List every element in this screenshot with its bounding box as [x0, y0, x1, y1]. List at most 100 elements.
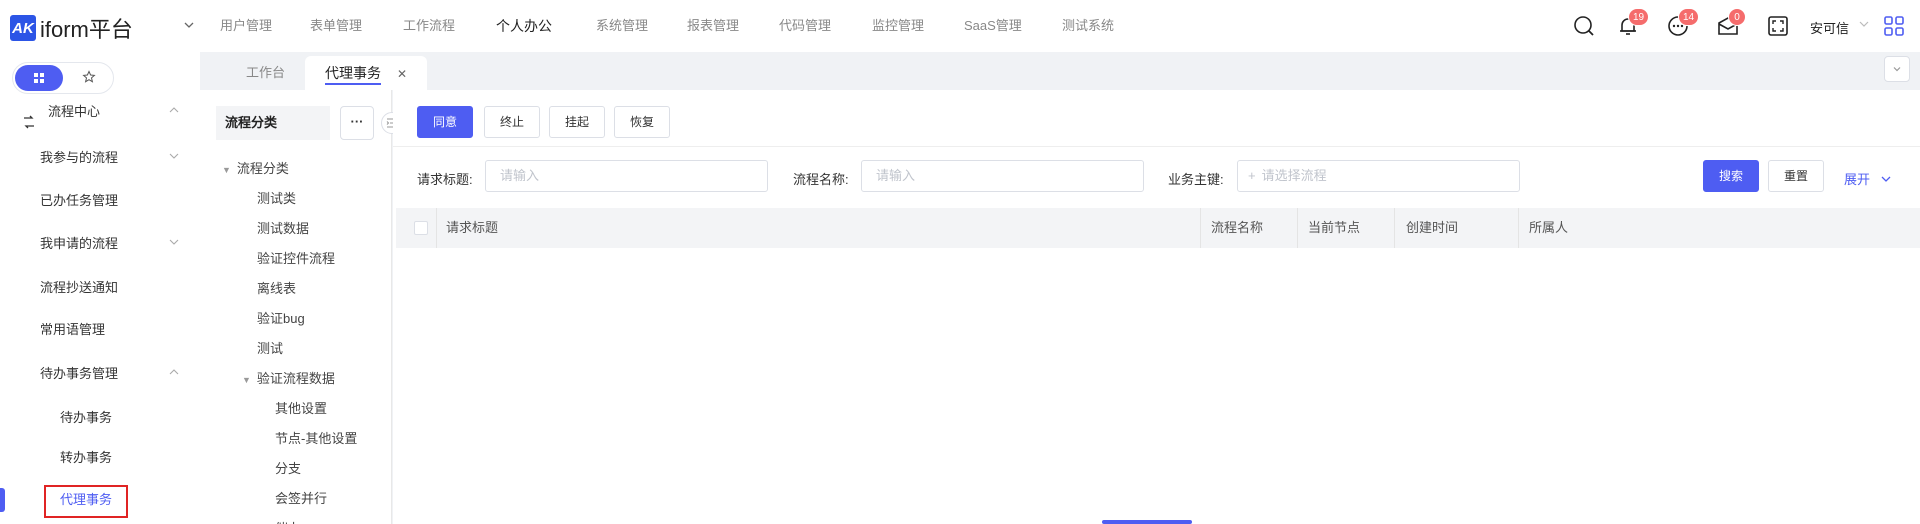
business-key-label: 业务主键:	[1168, 172, 1224, 187]
bell-icon[interactable]: 19	[1616, 8, 1650, 38]
messages-badge: 14	[1678, 8, 1700, 26]
sidebar-item[interactable]: 流程中心	[0, 92, 200, 132]
reset-button[interactable]: 重置	[1768, 160, 1824, 192]
sidebar-item-label: 我参与的流程	[40, 150, 119, 165]
nav-item[interactable]: 表单管理	[310, 0, 362, 52]
tree-title: 流程分类	[216, 106, 330, 140]
app-grid-icon[interactable]	[1882, 14, 1906, 38]
favorites-button[interactable]	[65, 65, 113, 91]
tree-node[interactable]: ▼ 流程分类	[222, 158, 289, 177]
tree-node-label: 测试数据	[257, 221, 310, 236]
horizontal-scrollbar[interactable]	[1102, 520, 1192, 524]
nav-item[interactable]: 系统管理	[596, 0, 648, 52]
tree-node-label: 离线表	[257, 281, 297, 296]
highlight-box	[44, 485, 128, 518]
business-key-select[interactable]: + 请选择流程	[1237, 160, 1520, 192]
app-logo[interactable]: AK iform平台	[10, 12, 133, 44]
nav-item[interactable]: 个人办公	[496, 0, 552, 52]
fullscreen-icon[interactable]	[1766, 14, 1790, 38]
sidebar-item-label: 流程中心	[48, 104, 101, 119]
tree-node[interactable]: 离线表	[257, 278, 296, 297]
suspend-button[interactable]: 挂起	[549, 106, 605, 138]
request-title-input[interactable]: 请输入	[485, 160, 768, 192]
business-key-placeholder: 请选择流程	[1261, 168, 1327, 183]
chevron-down-icon[interactable]	[1858, 18, 1870, 30]
nav-item[interactable]: 用户管理	[220, 0, 272, 52]
main-content: 同意 终止 挂起 恢复 请求标题: 请输入 流程名称: 请输入 业务主键: + 请…	[393, 90, 1920, 524]
tab-label: 代理事务	[325, 65, 381, 85]
tree-node[interactable]: 验证bug	[257, 308, 305, 327]
sidebar-item-label: 待办事务管理	[40, 366, 119, 381]
tree-node-label: 测试类	[257, 191, 297, 206]
sidebar-item-label: 我申请的流程	[40, 236, 119, 251]
sidebar-item[interactable]: 我申请的流程	[0, 224, 200, 264]
expand-filters-link[interactable]: 展开	[1844, 169, 1892, 188]
tree-node-label: 分支	[275, 461, 302, 476]
tree-node[interactable]: 分支	[275, 458, 301, 477]
grid-view-button[interactable]	[15, 65, 63, 91]
column-divider	[1394, 208, 1395, 248]
tree-node[interactable]: 节点-其他设置	[275, 428, 357, 447]
tree-node-label: 验证流程数据	[256, 371, 335, 386]
caret-down-icon[interactable]: ▼	[222, 165, 231, 175]
tree-node[interactable]: 测试类	[257, 188, 296, 207]
chevron-down-icon[interactable]	[182, 18, 196, 35]
user-name[interactable]: 安可信	[1810, 18, 1849, 37]
tree-node[interactable]: 测试数据	[257, 218, 309, 237]
top-bar: AK iform平台 用户管理 表单管理 工作流程 个人办公 系统管理 报表管理 代码管理监…	[0, 0, 1920, 52]
column-current-node[interactable]: 当前节点	[1308, 208, 1360, 248]
tree-more-button[interactable]: ···	[340, 106, 374, 140]
nav-item[interactable]: 监控管理	[872, 0, 924, 52]
sidebar-item-label: 待办事务	[60, 410, 113, 425]
nav-item[interactable]: 工作流程	[403, 0, 455, 52]
tree-node[interactable]: 其他设置	[275, 398, 327, 417]
nav-item[interactable]: 代码管理	[779, 0, 831, 52]
tab-bar: 工作台 代理事务 ✕	[200, 52, 1920, 90]
process-name-label: 流程名称:	[793, 172, 849, 187]
column-divider	[1518, 208, 1519, 248]
chevron-up-icon	[168, 354, 180, 394]
agree-button[interactable]: 同意	[417, 106, 473, 138]
sidebar-item[interactable]: 已办任务管理	[0, 181, 200, 221]
column-create-time[interactable]: 创建时间	[1406, 208, 1458, 248]
sidebar-item[interactable]: 流程抄送通知	[0, 268, 200, 308]
sidebar-item[interactable]: 待办事务管理	[0, 354, 200, 394]
sidebar-item-label: 转办事务	[60, 450, 113, 465]
tab-proxy-affairs[interactable]: 代理事务 ✕	[305, 56, 428, 90]
sidebar-item[interactable]: 待办事务	[0, 398, 200, 438]
tab-workbench[interactable]: 工作台	[226, 56, 305, 90]
nav-item[interactable]: SaaS管理	[964, 0, 1022, 52]
search-button[interactable]: 搜索	[1703, 160, 1759, 192]
tree-node[interactable]: 会签并行	[275, 488, 327, 507]
process-name-input[interactable]: 请输入	[861, 160, 1144, 192]
plus-icon: +	[1248, 168, 1256, 183]
select-all-checkbox[interactable]	[414, 221, 428, 235]
tree-node-label: 节点-其他设置	[275, 431, 358, 446]
sidebar-item[interactable]: 我参与的流程	[0, 138, 200, 178]
restore-button[interactable]: 恢复	[614, 106, 670, 138]
nav-item[interactable]: 报表管理	[687, 0, 739, 52]
caret-down-icon[interactable]: ▼	[242, 375, 251, 385]
tree-node[interactable]: 催办	[275, 518, 301, 524]
nav-item[interactable]: 测试系统	[1062, 0, 1114, 52]
close-icon[interactable]: ✕	[397, 67, 407, 81]
tab-label: 工作台	[246, 65, 286, 80]
column-divider	[1297, 208, 1298, 248]
message-icon[interactable]: 14	[1666, 8, 1700, 38]
chevron-down-icon	[168, 138, 180, 178]
column-owner[interactable]: 所属人	[1529, 208, 1568, 248]
active-indicator	[0, 488, 5, 512]
terminate-button[interactable]: 终止	[484, 106, 540, 138]
search-icon[interactable]	[1572, 14, 1596, 38]
column-request-title[interactable]: 请求标题	[446, 208, 498, 248]
star-icon	[82, 69, 96, 87]
sidebar-item[interactable]: 转办事务	[0, 438, 200, 478]
sidebar-item[interactable]: 常用语管理	[0, 310, 200, 350]
mail-icon[interactable]: 0	[1716, 8, 1746, 38]
column-process-name[interactable]: 流程名称	[1211, 208, 1263, 248]
tree-node[interactable]: ▼ 验证流程数据	[242, 368, 335, 387]
tree-node[interactable]: 测试	[257, 338, 283, 357]
tree-node[interactable]: 验证控件流程	[257, 248, 335, 267]
sidebar-item-label: 流程抄送通知	[40, 280, 119, 295]
tabs-dropdown-button[interactable]	[1884, 56, 1910, 82]
